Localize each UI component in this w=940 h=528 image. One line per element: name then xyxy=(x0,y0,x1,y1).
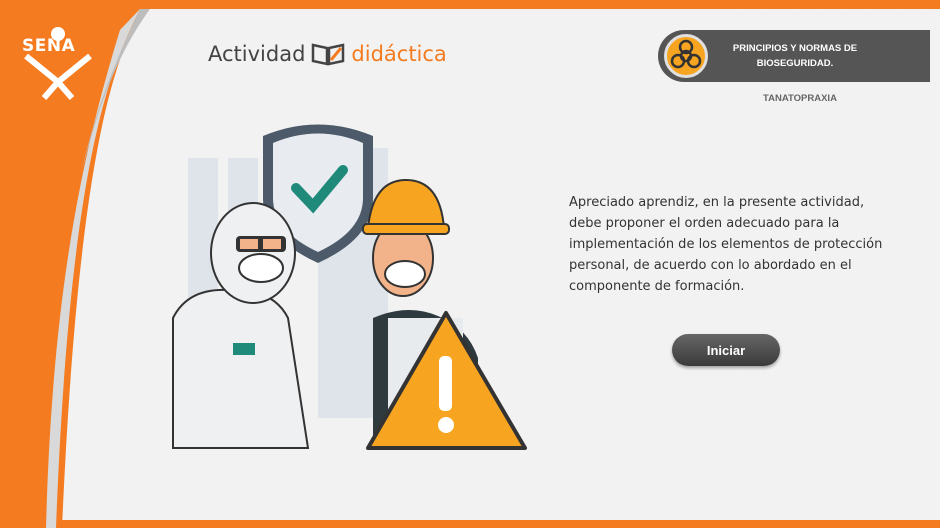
title-part2: didáctica xyxy=(351,42,447,66)
sena-logo xyxy=(24,27,92,100)
badge-icon-circle xyxy=(664,34,708,78)
activity-title: Actividad didáctica xyxy=(208,42,447,66)
activity-frame: SENA Actividad didáctica PRINCIPIOS Y NO… xyxy=(0,0,940,528)
badge-title: PRINCIPIOS Y NORMAS DE BIOSEGURIDAD. xyxy=(732,43,858,69)
course-badge: PRINCIPIOS Y NORMAS DE BIOSEGURIDAD. xyxy=(658,30,930,82)
sena-logo-text: SENA xyxy=(22,36,76,56)
title-part1: Actividad xyxy=(208,42,306,66)
ppe-illustration xyxy=(172,124,527,450)
activity-description: Apreciado aprendiz, en la presente activ… xyxy=(569,195,883,294)
biohazard-icon xyxy=(670,39,702,69)
badge-subtitle: TANATOPRAXIA xyxy=(763,93,837,104)
book-pencil-icon xyxy=(312,43,345,66)
start-button[interactable]: Iniciar xyxy=(672,334,780,366)
